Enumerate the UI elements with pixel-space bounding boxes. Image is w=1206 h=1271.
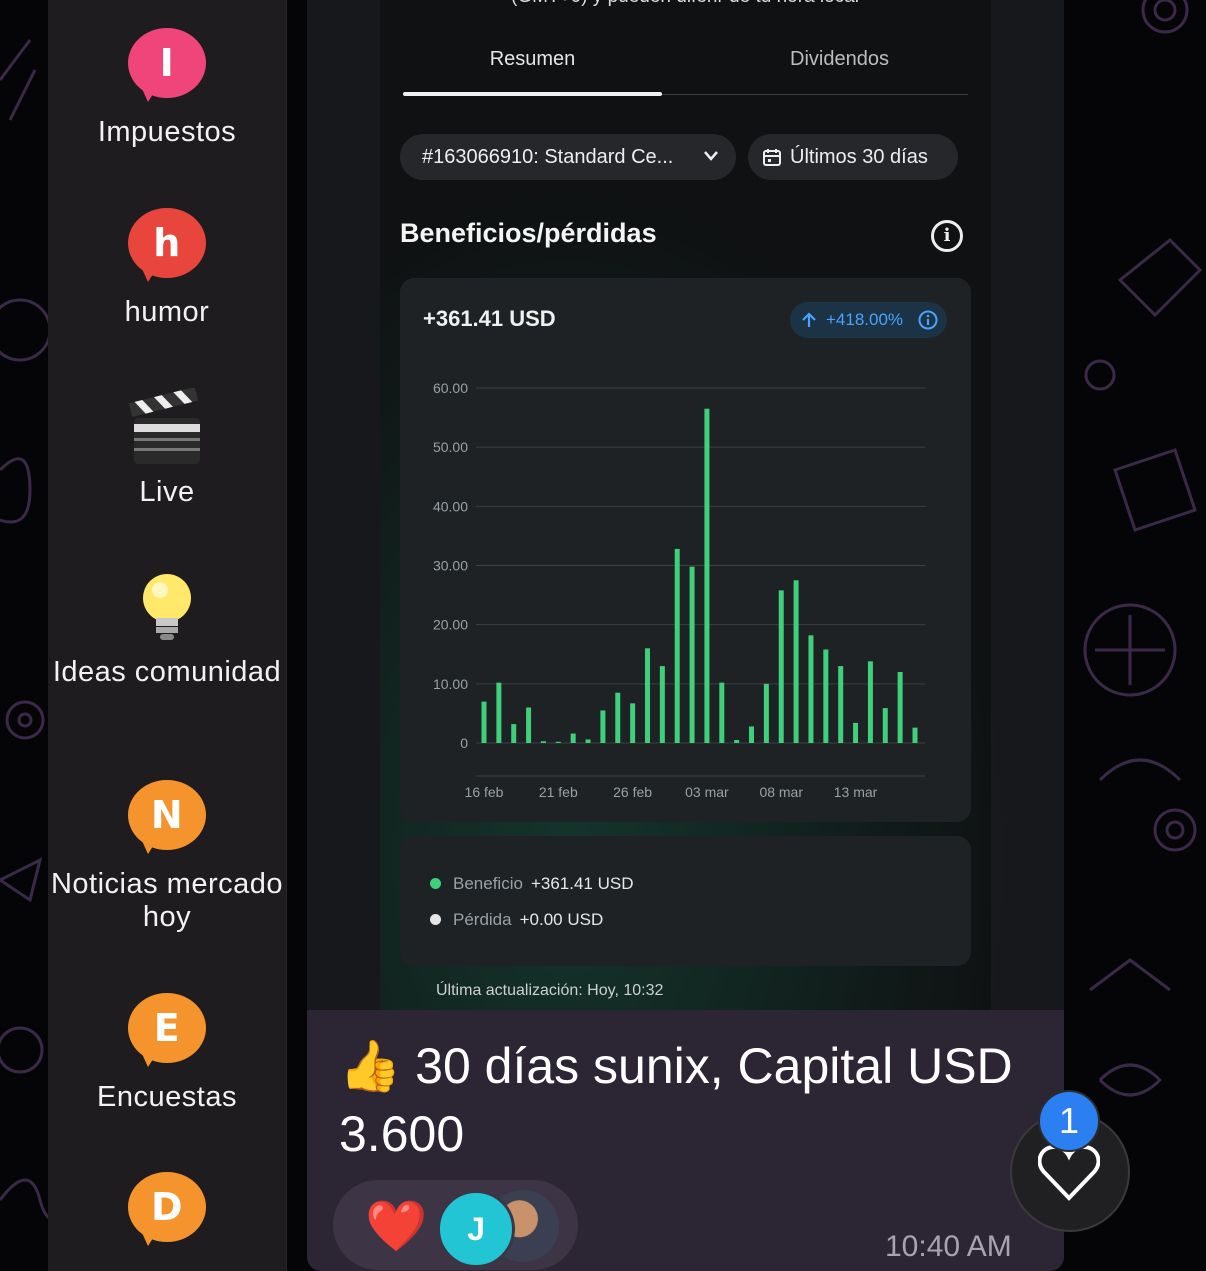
bar[interactable] <box>570 733 576 743</box>
trading-app-screen: (GMT+0) y pueden diferir de tu hora loca… <box>380 0 1064 1010</box>
folder-encuestas[interactable]: E Encuestas <box>48 993 286 1114</box>
bar[interactable] <box>674 548 680 743</box>
letter-h-icon: h <box>128 208 206 286</box>
bar[interactable] <box>882 708 888 743</box>
chart-legend: Beneficio +361.41 USD Pérdida +0.00 USD <box>400 836 971 966</box>
folder-label: humor <box>124 296 210 328</box>
folder-label: Impuestos <box>97 116 237 148</box>
bar[interactable] <box>659 666 665 743</box>
bar[interactable] <box>808 635 814 743</box>
bar[interactable] <box>585 739 591 743</box>
heart-reaction-icon[interactable]: ❤️ <box>365 1196 427 1256</box>
legend-value: +361.41 USD <box>530 874 634 893</box>
unread-count-badge: 1 <box>1038 1090 1100 1152</box>
legend-label: Pérdida <box>453 910 512 929</box>
bar[interactable] <box>763 683 769 743</box>
y-tick-label: 20.00 <box>433 617 468 633</box>
y-tick-label: 0 <box>460 735 468 751</box>
folder-d[interactable]: D <box>48 1172 286 1250</box>
message-time: 10:40 AM <box>885 1230 1012 1263</box>
bar[interactable] <box>704 408 710 743</box>
pnl-chart-card: +361.41 USD +418.00% 60.00 50.00 40.00 30.0… <box>400 278 971 822</box>
bar[interactable] <box>540 741 546 743</box>
folder-label: Ideas comunidad <box>52 656 282 688</box>
screenshot-image[interactable]: (GMT+0) y pueden diferir de tu hora loca… <box>307 0 1064 1010</box>
folder-ideas-comunidad[interactable]: Ideas comunidad <box>48 568 286 689</box>
bar[interactable] <box>526 707 532 744</box>
bar[interactable] <box>734 740 740 743</box>
bar[interactable] <box>793 580 799 743</box>
bar[interactable] <box>496 682 502 743</box>
bar[interactable] <box>897 672 903 743</box>
bar[interactable] <box>823 649 829 743</box>
x-tick-label: 03 mar <box>685 784 729 800</box>
legend-value: +0.00 USD <box>519 910 604 929</box>
green-dot-icon <box>430 878 441 889</box>
avatar[interactable]: J <box>437 1190 515 1268</box>
period-selector-label: Últimos 30 días <box>790 146 928 168</box>
folder-label: Encuestas <box>97 1081 237 1113</box>
calendar-icon <box>763 149 781 166</box>
bar[interactable] <box>555 741 561 743</box>
bar[interactable] <box>719 682 725 743</box>
bar[interactable] <box>644 648 650 743</box>
legend-beneficio: Beneficio +361.41 USD <box>430 874 633 894</box>
message-caption: 👍 30 días sunix, Capital USD 3.600 <box>339 1038 1013 1162</box>
bar[interactable] <box>749 726 755 743</box>
tab-resumen[interactable]: Resumen <box>403 48 662 71</box>
bar[interactable] <box>912 727 918 743</box>
section-title: Beneficios/pérdidas <box>400 218 657 248</box>
chevron-down-icon <box>704 151 718 161</box>
folder-impuestos[interactable]: I Impuestos <box>48 28 286 149</box>
period-selector[interactable]: Últimos 30 días <box>748 134 958 180</box>
letter-e-icon: E <box>128 993 206 1071</box>
x-tick-label: 13 mar <box>834 784 878 800</box>
folder-label: Noticias mercado hoy <box>50 868 284 933</box>
y-tick-label: 60.00 <box>433 380 468 396</box>
account-selector[interactable]: #163066910: Standard Ce... <box>400 134 736 180</box>
account-selector-label: #163066910: Standard Ce... <box>422 146 674 168</box>
profit-bar-chart: 60.00 50.00 40.00 30.00 20.00 10.00 0 16 feb 21 … <box>433 380 925 800</box>
heart-outline-icon <box>1038 1145 1100 1201</box>
bar[interactable] <box>853 722 859 743</box>
x-tick-label: 26 feb <box>613 784 652 800</box>
bar[interactable] <box>481 701 487 743</box>
legend-perdida: Pérdida +0.00 USD <box>430 910 603 930</box>
bar[interactable] <box>511 724 517 743</box>
bar[interactable] <box>600 710 606 743</box>
last-update-text: Última actualización: Hoy, 10:32 <box>436 982 664 999</box>
info-icon[interactable]: i <box>931 220 963 252</box>
letter-i-icon: I <box>128 28 206 106</box>
bar[interactable] <box>867 661 873 743</box>
legend-label: Beneficio <box>453 874 523 893</box>
white-dot-icon <box>430 914 441 925</box>
y-tick-label: 50.00 <box>433 439 468 455</box>
bar[interactable] <box>615 692 621 743</box>
folder-label: Live <box>139 476 195 508</box>
timezone-note: (GMT+0) y pueden diferir de tu hora loca… <box>450 0 920 8</box>
folder-live[interactable]: Live <box>48 386 286 509</box>
x-tick-label: 16 feb <box>465 784 504 800</box>
bar[interactable] <box>838 666 844 743</box>
bar[interactable] <box>630 703 636 743</box>
letter-n-icon: N <box>128 780 206 858</box>
active-tab-indicator <box>403 92 662 96</box>
y-tick-label: 10.00 <box>433 676 468 692</box>
folder-humor[interactable]: h humor <box>48 208 286 329</box>
tab-dividendos[interactable]: Dividendos <box>710 48 969 71</box>
y-tick-label: 30.00 <box>433 558 468 574</box>
clapperboard-icon <box>128 386 206 466</box>
lightbulb-icon <box>128 568 206 646</box>
bar[interactable] <box>689 566 695 743</box>
letter-d-icon: D <box>128 1172 206 1250</box>
x-tick-label: 21 feb <box>539 784 578 800</box>
y-tick-label: 40.00 <box>433 498 468 514</box>
x-tick-label: 08 mar <box>759 784 803 800</box>
folder-noticias-mercado-hoy[interactable]: N Noticias mercado hoy <box>48 780 286 934</box>
folder-sidebar: I Impuestos h humor Live Ideas comunidad… <box>48 0 287 1271</box>
bar[interactable] <box>778 590 784 743</box>
